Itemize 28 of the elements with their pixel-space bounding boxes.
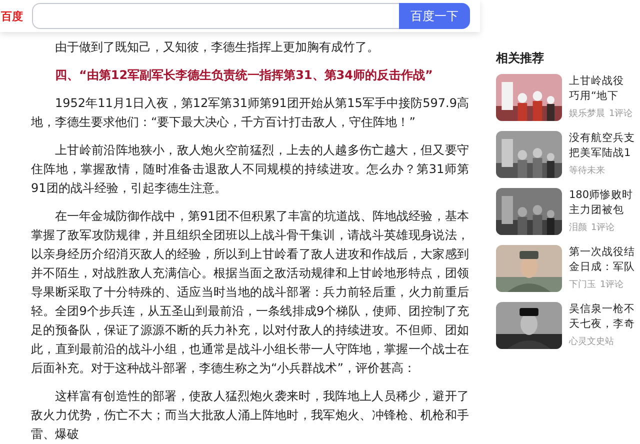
logo[interactable]: 百度 <box>1 8 23 24</box>
source-label: 娱乐梦晨 <box>569 108 605 120</box>
article-title[interactable]: 第一次战役结 <box>569 245 635 260</box>
article-title[interactable]: 金日成：军队 <box>569 260 635 275</box>
article-title[interactable]: 巧用“地下 <box>569 89 618 104</box>
search-field[interactable] <box>32 3 399 29</box>
article-title[interactable]: 没有航空兵支 <box>569 131 635 146</box>
paragraph: 这样富有创造性的部署，使敌人猛烈炮火袭来时，我阵地上人员稀少，避开了敌火力优势，伤亡不大；而当大批敌人涌上阵地时，我军炮火、冲锋枪、机枪和手雷、爆破 <box>31 388 469 443</box>
search-button[interactable]: 百度一下 <box>399 3 470 29</box>
sidebar-heading: 相关推荐 <box>496 50 545 66</box>
comment-count: 1评论 <box>591 222 615 234</box>
article-title[interactable]: 吴信泉一枪不 <box>569 302 635 317</box>
paragraph: 1952年11月1日入夜，第12军第31师第91团开始从第15军手中接防597.9高地，李德生要求他们：“要下最大决心，千方百计打击敌人，守住阵地！” <box>31 95 469 131</box>
paragraph: 由于做到了既知己，又知彼，李德生指挥上更加胸有成竹了。 <box>54 39 380 56</box>
source-label: 泪颜 <box>569 222 587 234</box>
article-title[interactable]: 180师惨败时 <box>569 188 634 203</box>
paragraph: 在一年金城防御作战中，第91团不但积累了丰富的坑道战、阵地战经验，基本掌握了敌军攻防规律，并且组织全团班以上战斗骨干集训，请战斗英雄现身说法，以亲身经历介绍消灭敌人的经验，所以到上甘岭看了敌人进攻和作战后，大家感到并不陌生，对战胜敌人充满信心。根据当面之敌活动规律和上甘岭地形特点，团领导果断采取了十分特殊的、适应当时当地的战斗部署：兵力前轻后重，火力前重后轻。全团9个步兵连，从五圣山到最前沿，一条线排成9个梯队，使师、团控制了充足的预备队，保证了源源不断的兵力补充，以对付敌人的持续进攻。不但师、团如此，直到最前沿的战斗小组，也通常是战斗小组长带一人守阵地，掌握一个战士在后面补充。对于这种战斗部署，李德生称之为“小兵群战术”，评价甚高： <box>31 208 469 377</box>
article-title[interactable]: 天七夜，李奇 <box>569 317 635 332</box>
article-title[interactable]: 主力团被包 <box>569 203 624 218</box>
article-title[interactable]: 上甘岭战役 <box>569 74 624 89</box>
comment-count: 1评论 <box>600 278 624 291</box>
comment-count: 1评论 <box>609 108 633 120</box>
article-title[interactable]: 把美军陆战1 <box>569 146 631 161</box>
source-label: 心灵文史站 <box>569 336 614 348</box>
source-label: 等待未来 <box>569 164 605 177</box>
section-heading: 四、“由第12军副军长李德生负责统一指挥第31、第34师的反击作战” <box>54 67 434 84</box>
paragraph: 上甘岭前沿阵地狭小，敌人炮火空前猛烈，上去的人越多伤亡越大，但又要守住阵地，掌握敌情，随时准备击退敌人不同规模的持续进攻。怎么办？第31师第91团的战斗经验，引起李德生注意。 <box>31 142 469 197</box>
source-label: 下门玉 <box>569 278 596 291</box>
